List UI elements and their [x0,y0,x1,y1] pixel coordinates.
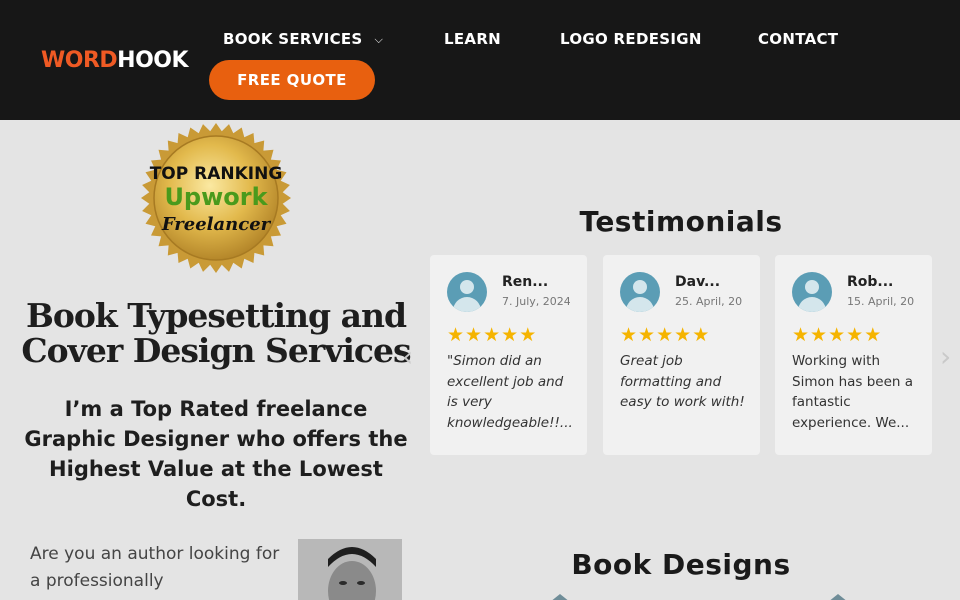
review-text: Working with Simon has been a fantastic … [792,353,914,431]
nav-learn[interactable]: LEARN [444,30,501,48]
star-icon: ★ [792,324,810,346]
reviewer-name: Ren... [502,274,549,290]
testimonial-card[interactable]: Ren... 7. July, 2024. ★ ★ ★ ★ ★ "Simon did a… [430,255,587,455]
free-quote-button[interactable]: FREE QUOTE [209,60,375,100]
logo-hook: HOOK [117,48,189,73]
star-rating: ★ ★ ★ ★ ★ [620,325,709,345]
testimonial-card[interactable]: Dav... 25. April, 20... ★★★★★ Great job … [603,255,760,455]
reviewer-name: Rob... [847,274,894,290]
designer-portrait [298,539,402,600]
star-icon: ★ [828,324,846,346]
page-title: Book Typesetting and Cover Design Servic… [21,296,411,370]
book-cover-thumbnail[interactable] [828,594,848,600]
nav-contact[interactable]: CONTACT [758,30,838,48]
page-subtitle: I’m a Top Rated freelance Graphic Design… [24,397,408,511]
book-designs-heading: Book Designs [571,548,791,581]
star-icon: ★ [447,324,465,346]
chevron-down-icon: ⌵ [374,33,384,46]
review-text: "Simon did an excellent job and is very … [447,353,573,431]
site-header: WORDHOOK BOOK SERVICES ⌵ LEARN LOGO REDES… [0,0,960,120]
reviewer-name: Dav... [675,274,721,290]
star-icon: ★ [483,324,501,346]
star-icon: ★ [620,324,638,346]
carousel-next-arrow[interactable]: › [940,340,951,373]
star-icon: ★ [864,324,882,346]
star-icon: ★ [501,324,519,346]
review-date: 7. July, 2024. [502,295,570,308]
star-icon: ★ [656,324,674,346]
star-icon: ★ [638,324,656,346]
review-date: 15. April, 20... [847,295,915,308]
avatar [620,272,660,312]
star-icon: ★ [846,324,864,346]
review-date: 25. April, 20... [675,295,743,308]
badge-line3: Freelancer [161,214,272,235]
testimonials-heading: Testimonials [579,205,783,238]
wordhook-logo[interactable]: WORDHOOK [41,48,189,73]
intro-text: Are you an author looking for a professi… [30,544,280,591]
star-icon: ★ [465,324,483,346]
avatar [447,272,487,312]
nav-logo-redesign[interactable]: LOGO REDESIGN [560,30,702,48]
badge-line1: TOP RANKING [150,164,283,184]
star-icon: ★ [692,324,710,346]
avatar [792,272,832,312]
star-rating: ★ ★ ★ ★ ★ [447,325,536,345]
top-ranking-upwork-badge: TOP RANKING Upwork Freelancer [141,123,291,273]
carousel-prev-arrow[interactable]: ‹ [402,340,413,373]
star-icon: ★ [810,324,828,346]
star-icon: ★ [519,324,537,346]
nav-book-services-label: BOOK SERVICES [223,30,363,48]
nav-book-services[interactable]: BOOK SERVICES ⌵ [223,30,383,48]
star-icon: ★ [674,324,692,346]
logo-word: WORD [41,48,118,73]
review-text: Great job formatting and easy to work wi… [620,353,745,410]
testimonial-card[interactable]: Rob... 15. April, 20... ★★★★★ Working wi… [775,255,932,455]
star-rating: ★ ★ ★ ★ ★ [792,325,881,345]
badge-line2: Upwork [164,183,268,211]
book-cover-thumbnail[interactable] [550,594,570,600]
